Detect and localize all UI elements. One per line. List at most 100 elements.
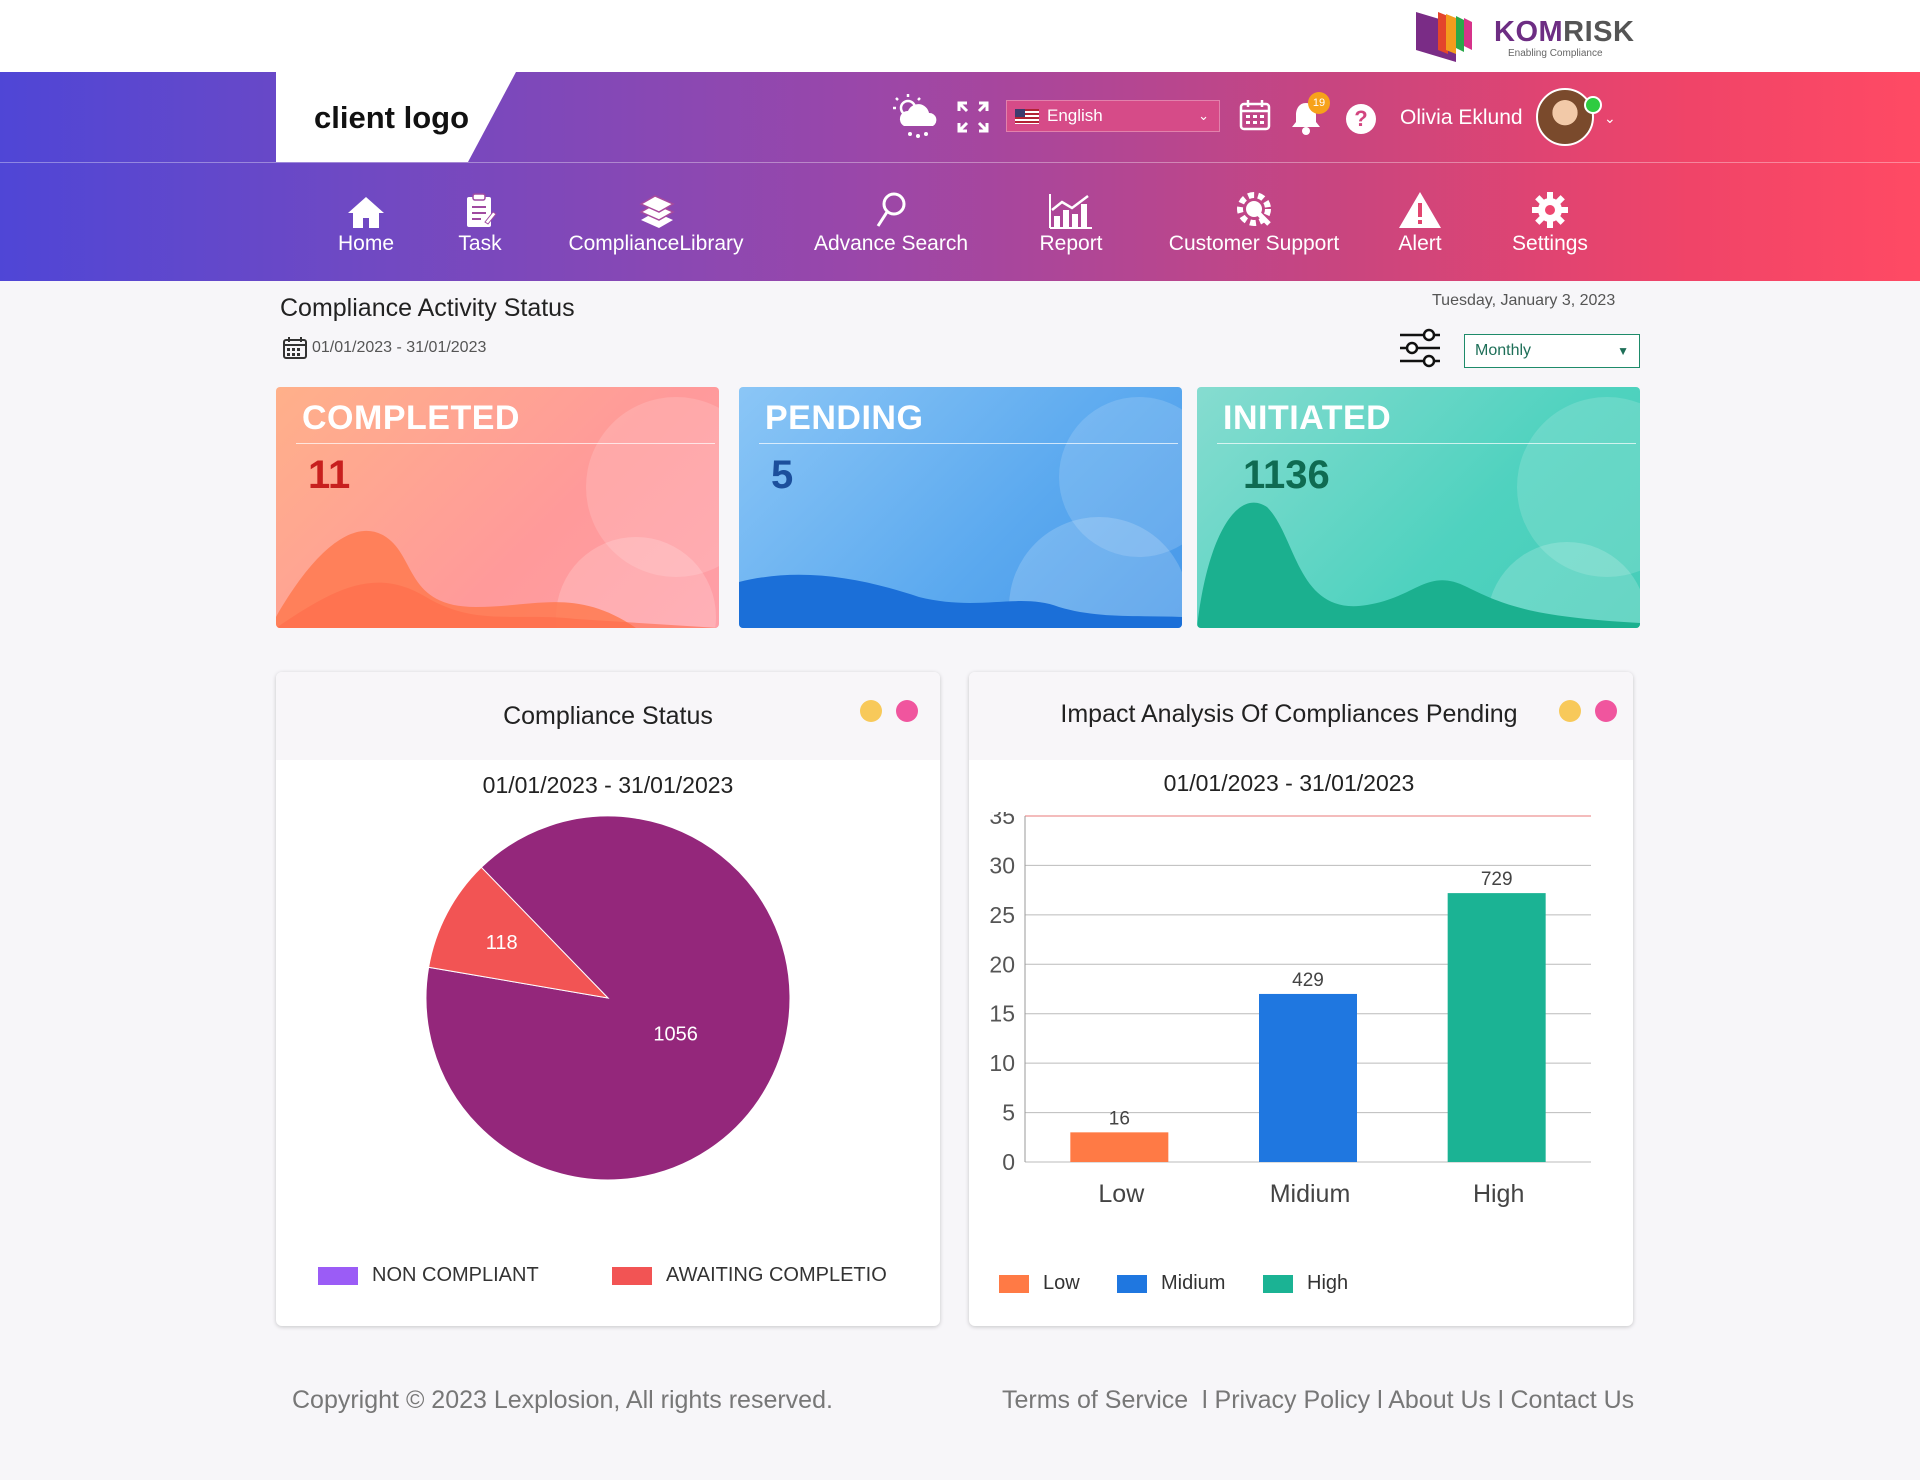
pending-card-title: PENDING bbox=[765, 399, 924, 437]
support-icon bbox=[1162, 190, 1346, 230]
avatar[interactable] bbox=[1536, 88, 1594, 146]
legend-item-awaiting[interactable]: AWAITING COMPLETIO bbox=[612, 1264, 887, 1287]
impact-analysis-date: 01/01/2023 - 31/01/2023 bbox=[1163, 770, 1415, 796]
alert-icon bbox=[1386, 190, 1454, 230]
panel-minimize-dot[interactable] bbox=[1559, 700, 1581, 722]
activity-date-text: 01/01/2023 - 31/01/2023 bbox=[312, 339, 487, 356]
pie-data-label: 118 bbox=[486, 932, 518, 954]
panel-close-dot[interactable] bbox=[1595, 700, 1617, 722]
chevron-down-icon: ⌄ bbox=[1198, 108, 1209, 123]
fullscreen-icon[interactable] bbox=[956, 100, 990, 139]
nav-settings-label: Settings bbox=[1512, 232, 1588, 255]
page-title: Compliance Activity Status bbox=[280, 294, 575, 322]
legend-item-non-compliant[interactable]: NON COMPLIANT bbox=[318, 1264, 539, 1287]
header-divider bbox=[0, 162, 1920, 163]
nav-settings[interactable]: Settings bbox=[1504, 190, 1596, 270]
initiated-card-title: INITIATED bbox=[1223, 399, 1392, 437]
nav-customer-support[interactable]: Customer Support bbox=[1162, 190, 1346, 270]
bar bbox=[1259, 993, 1357, 1162]
initiated-card[interactable]: INITIATED 1136 bbox=[1197, 387, 1640, 628]
legend-item-high[interactable]: High bbox=[1263, 1272, 1348, 1295]
client-logo-text: client logo bbox=[314, 100, 469, 135]
y-tick-label: 0 bbox=[1002, 1149, 1015, 1175]
help-icon[interactable]: ? bbox=[1346, 104, 1376, 134]
legend-label: NON COMPLIANT bbox=[372, 1264, 539, 1286]
notification-badge: 19 bbox=[1308, 92, 1330, 114]
chevron-down-icon: ▼ bbox=[1617, 344, 1629, 358]
gear-icon bbox=[1504, 190, 1596, 230]
weather-icon[interactable] bbox=[890, 92, 942, 147]
nav-home-label: Home bbox=[337, 232, 395, 255]
pending-card-value: 5 bbox=[771, 453, 794, 497]
period-select[interactable]: Monthly ▼ bbox=[1464, 334, 1640, 368]
card-divider bbox=[759, 443, 1178, 444]
nav-report[interactable]: Report bbox=[1030, 190, 1112, 270]
filter-icon[interactable] bbox=[1398, 326, 1442, 375]
search-icon bbox=[810, 190, 972, 230]
komrisk-logo-icon bbox=[1416, 12, 1472, 62]
nav-advance-search[interactable]: Advance Search bbox=[810, 190, 972, 270]
us-flag-icon bbox=[1015, 108, 1039, 124]
footer-links[interactable]: Terms of Service l Privacy Policy l Abou… bbox=[1002, 1386, 1634, 1415]
y-tick-label: 25 bbox=[989, 902, 1015, 928]
calendar-icon[interactable] bbox=[1238, 98, 1272, 137]
period-label: Monthly bbox=[1475, 342, 1532, 359]
x-tick-label: Midium bbox=[1270, 1180, 1351, 1208]
y-tick-label: 15 bbox=[989, 1001, 1015, 1027]
user-name[interactable]: Olivia Eklund bbox=[1400, 106, 1523, 130]
bar-data-label: 16 bbox=[1109, 1108, 1130, 1129]
nav-advance-search-label: Advance Search bbox=[813, 232, 969, 255]
y-tick-label: 30 bbox=[989, 852, 1015, 878]
report-icon bbox=[1030, 190, 1112, 230]
legend-swatch bbox=[1263, 1274, 1293, 1293]
y-tick-label: 10 bbox=[989, 1050, 1015, 1076]
legend-swatch bbox=[318, 1266, 358, 1285]
y-tick-label: 5 bbox=[1002, 1100, 1015, 1126]
nav-compliance-library[interactable]: ComplianceLibrary bbox=[564, 190, 748, 270]
task-icon bbox=[440, 190, 520, 230]
pie-data-label: 1056 bbox=[653, 1024, 698, 1046]
activity-date-range: 01/01/2023 - 31/01/2023 bbox=[282, 336, 486, 360]
online-status-dot bbox=[1584, 96, 1602, 114]
card-divider bbox=[296, 443, 715, 444]
legend-label: High bbox=[1307, 1272, 1349, 1294]
komrisk-wordmark: KOMRISK bbox=[1494, 16, 1635, 48]
bar bbox=[1070, 1132, 1169, 1162]
x-tick-label: Low bbox=[1098, 1180, 1145, 1208]
nav-customer-support-label: Customer Support bbox=[1168, 232, 1340, 255]
nav-home[interactable]: Home bbox=[326, 190, 406, 270]
nav-compliance-library-label: ComplianceLibrary bbox=[568, 232, 744, 255]
x-tick-label: High bbox=[1473, 1180, 1524, 1208]
current-date: Tuesday, January 3, 2023 bbox=[1432, 292, 1616, 309]
legend-swatch bbox=[612, 1266, 652, 1285]
nav-task[interactable]: Task bbox=[440, 190, 520, 270]
komrisk-logo[interactable]: KOMRISK Enabling Compliance bbox=[1412, 8, 1634, 64]
pending-card[interactable]: PENDING 5 bbox=[739, 387, 1182, 628]
legend-item-midium[interactable]: Midium bbox=[1117, 1272, 1225, 1295]
nav-task-label: Task bbox=[458, 232, 502, 255]
footer-copyright: Copyright © 2023 Lexplosion, All rights … bbox=[292, 1386, 833, 1414]
completed-card-value: 11 bbox=[308, 453, 351, 497]
komrisk-tagline: Enabling Compliance bbox=[1508, 48, 1603, 59]
books-icon bbox=[564, 190, 748, 230]
completed-card-title: COMPLETED bbox=[302, 399, 520, 437]
completed-card[interactable]: COMPLETED 11 bbox=[276, 387, 719, 628]
legend-item-low[interactable]: Low bbox=[999, 1272, 1080, 1295]
legend-swatch bbox=[1117, 1274, 1147, 1293]
nav-report-label: Report bbox=[1039, 232, 1103, 255]
panel-close-dot[interactable] bbox=[896, 700, 918, 722]
card-divider bbox=[1217, 443, 1636, 444]
legend-swatch bbox=[999, 1274, 1029, 1293]
compliance-status-pie-chart: 1056 118 bbox=[425, 815, 791, 1181]
bar-data-label: 729 bbox=[1481, 869, 1513, 890]
impact-analysis-panel: Impact Analysis Of Compliances Pending 0… bbox=[969, 672, 1633, 1326]
language-select[interactable]: English ⌄ bbox=[1006, 100, 1220, 132]
language-label: English bbox=[1047, 106, 1103, 125]
panel-minimize-dot[interactable] bbox=[860, 700, 882, 722]
home-icon bbox=[326, 190, 406, 230]
impact-analysis-title: Impact Analysis Of Compliances Pending bbox=[1060, 700, 1518, 728]
nav-alert[interactable]: Alert bbox=[1386, 190, 1454, 270]
chevron-down-icon[interactable]: ⌄ bbox=[1604, 110, 1616, 127]
bar-data-label: 429 bbox=[1292, 970, 1324, 991]
compliance-status-title: Compliance Status bbox=[503, 702, 713, 730]
